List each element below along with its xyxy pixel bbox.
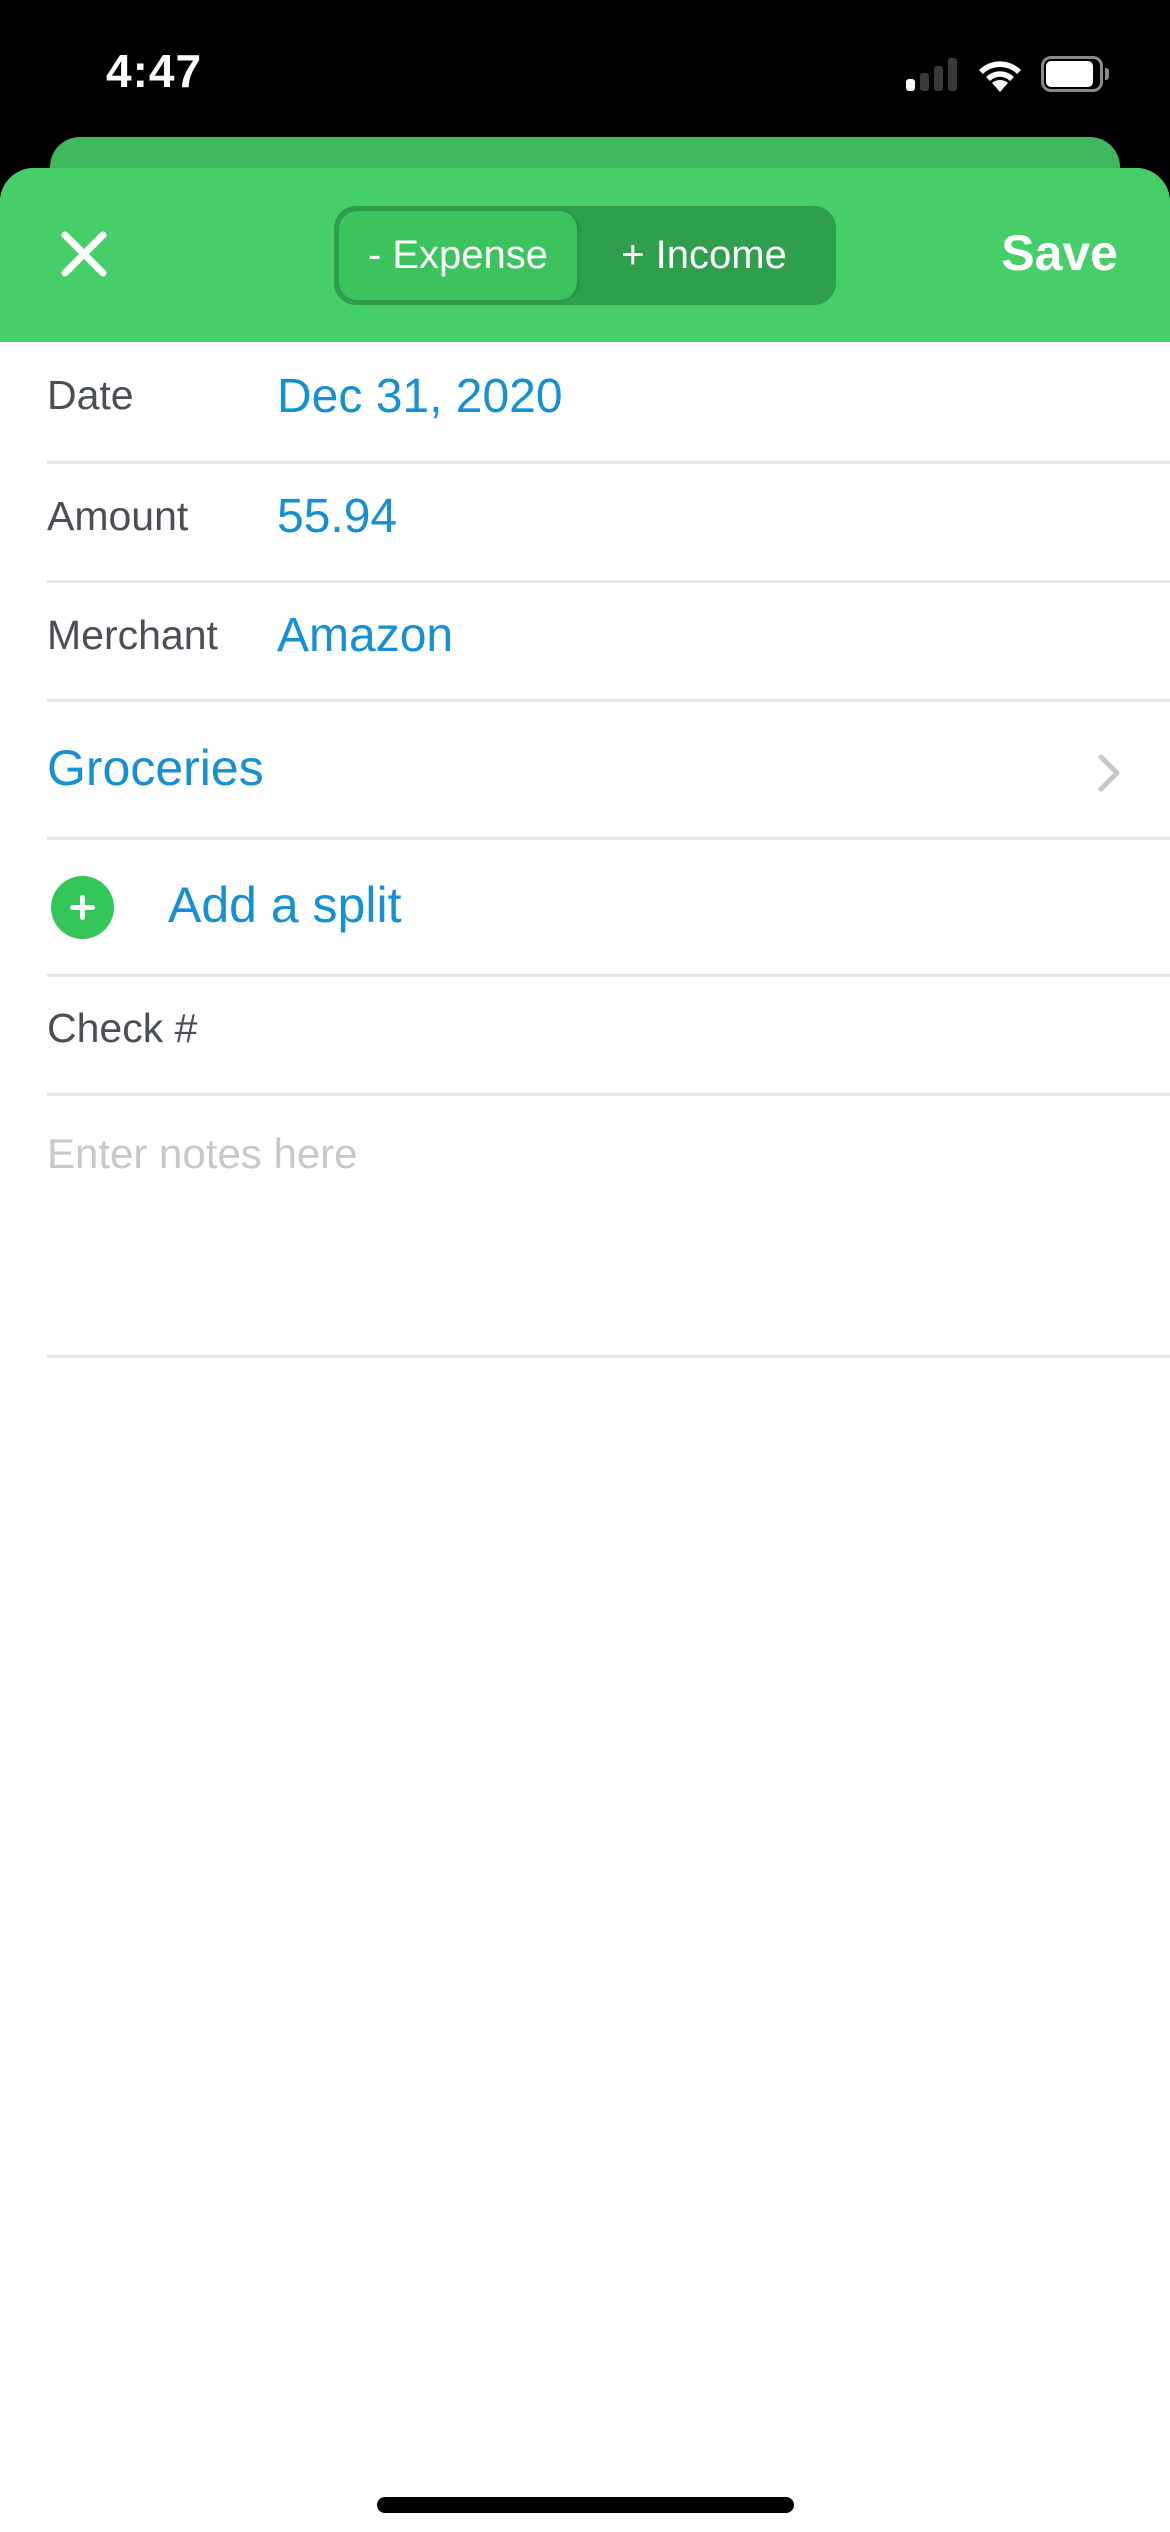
merchant-row[interactable]: Merchant Amazon xyxy=(0,583,1170,700)
divider xyxy=(47,1355,1170,1358)
transaction-sheet: - Expense + Income Save Date Dec 31, 202… xyxy=(0,168,1170,2532)
category-row[interactable]: Groceries xyxy=(0,702,1170,837)
add-split-label: Add a split xyxy=(168,877,402,933)
plus-circle-icon xyxy=(51,876,114,939)
nav-header: - Expense + Income Save xyxy=(0,168,1170,342)
check-number-row[interactable]: Check # xyxy=(0,977,1170,1094)
merchant-field[interactable]: Amazon xyxy=(277,608,453,663)
chevron-right-icon xyxy=(1098,754,1120,792)
signal-icon xyxy=(906,57,958,91)
transaction-type-toggle: - Expense + Income xyxy=(334,206,836,305)
status-bar: 4:47 xyxy=(0,0,1170,137)
category-value: Groceries xyxy=(47,740,264,796)
amount-row[interactable]: Amount 55.94 xyxy=(0,464,1170,581)
amount-label: Amount xyxy=(47,493,189,539)
date-label: Date xyxy=(47,372,134,418)
check-number-label: Check # xyxy=(47,1005,198,1051)
date-value[interactable]: Dec 31, 2020 xyxy=(277,369,563,424)
close-icon xyxy=(61,231,107,277)
income-tab[interactable]: + Income xyxy=(577,211,831,300)
close-button[interactable] xyxy=(52,222,116,286)
save-button[interactable]: Save xyxy=(1001,224,1118,282)
notes-textarea[interactable] xyxy=(47,1130,1147,1330)
divider xyxy=(47,1093,1170,1096)
battery-icon xyxy=(1041,56,1109,92)
home-indicator[interactable] xyxy=(377,2497,794,2513)
add-split-button[interactable]: Add a split xyxy=(0,840,1170,974)
merchant-label: Merchant xyxy=(47,612,218,658)
date-row[interactable]: Date Dec 31, 2020 xyxy=(0,342,1170,462)
wifi-icon xyxy=(975,54,1025,92)
expense-tab[interactable]: - Expense xyxy=(339,211,577,300)
amount-field[interactable]: 55.94 xyxy=(277,489,397,544)
status-time: 4:47 xyxy=(106,45,203,97)
